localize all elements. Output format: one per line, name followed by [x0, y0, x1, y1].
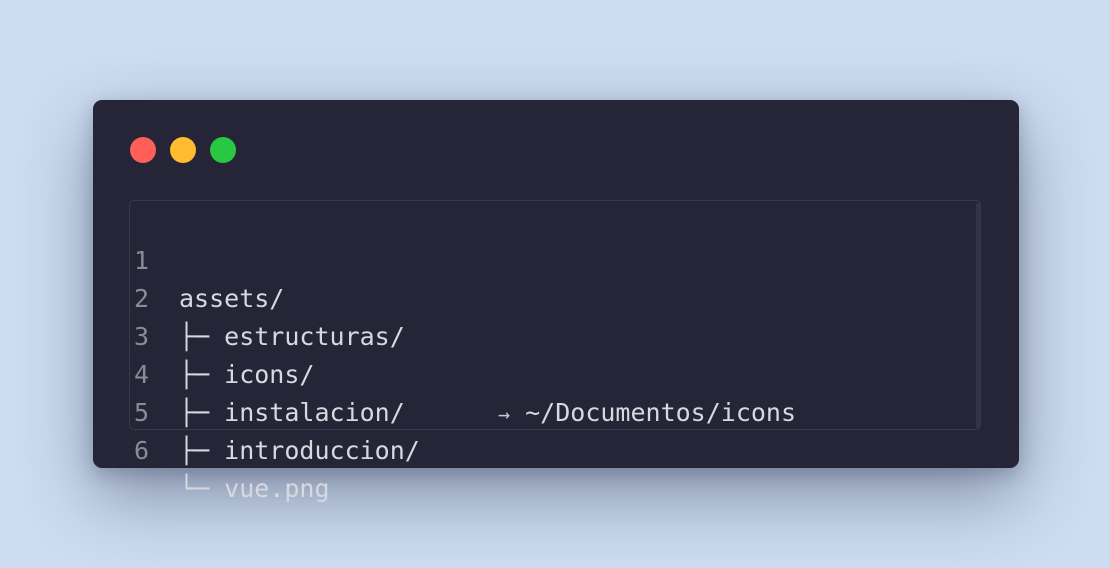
- line-text: └─ vue.png: [179, 474, 330, 503]
- close-dot-icon[interactable]: [130, 137, 156, 163]
- code-line: 2 ├─ estructuras/: [130, 242, 405, 351]
- scrollbar[interactable]: [976, 203, 980, 428]
- symlink-path: ~/Documentos/icons: [525, 398, 797, 427]
- code-line: 6 └─ vue.png: [130, 394, 330, 503]
- code-block[interactable]: 1 assets/ 2 ├─ estructuras/ 3 ├─ icons/ …: [129, 200, 981, 503]
- code-window: 1 assets/ 2 ├─ estructuras/ 3 ├─ icons/ …: [93, 100, 1019, 503]
- arrow-right-icon: →: [498, 402, 511, 426]
- minimize-dot-icon[interactable]: [170, 137, 196, 163]
- code-line: 4 ├─ instalacion/: [130, 318, 405, 427]
- code-line: 1 assets/: [130, 204, 284, 313]
- code-line: 5 ├─ introduccion/: [130, 356, 420, 465]
- symlink-target: → ~/Documentos/icons: [498, 394, 796, 433]
- maximize-dot-icon[interactable]: [210, 137, 236, 163]
- code-line: 3 ├─ icons/ → ~/Documentos/icons: [130, 280, 796, 427]
- line-number: 6: [134, 436, 150, 465]
